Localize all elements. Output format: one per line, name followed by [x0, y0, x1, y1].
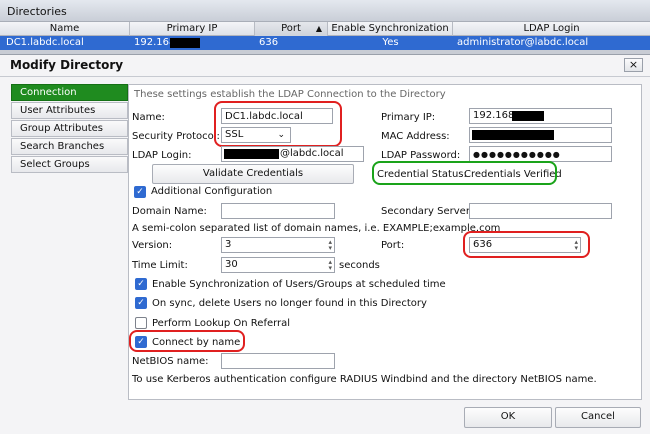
delete-users-checkbox[interactable]: ✓	[135, 297, 147, 309]
column-port-label: Port	[281, 23, 301, 34]
domain-name-label: Domain Name:	[132, 206, 207, 217]
tab-search-branches[interactable]: Search Branches	[11, 138, 128, 155]
row-name: DC1.labdc.local	[6, 37, 84, 48]
dialog-title-divider	[0, 76, 650, 77]
ldap-password-input[interactable]	[469, 146, 612, 162]
lookup-referral-checkbox[interactable]	[135, 317, 147, 329]
column-ldap-login[interactable]: LDAP Login	[453, 22, 650, 36]
netbios-label: NetBIOS name:	[132, 356, 209, 367]
tab-connection[interactable]: Connection	[11, 84, 128, 101]
netbios-input[interactable]	[221, 353, 335, 369]
close-button[interactable]: ×	[624, 58, 643, 72]
kerberos-hint: To use Kerberos authentication configure…	[132, 374, 597, 385]
additional-configuration-checkbox[interactable]: ✓	[134, 186, 146, 198]
primary-ip-label: Primary IP:	[381, 112, 436, 123]
directories-title: Directories	[7, 5, 67, 18]
name-label: Name:	[132, 112, 165, 123]
table-row[interactable]: DC1.labdc.local 192.168. 636 Yes adminis…	[0, 36, 650, 50]
spinner-icon: ▴ ▾	[328, 238, 332, 252]
version-label: Version:	[132, 240, 173, 251]
security-protocol-label: Security Protocol:	[132, 131, 220, 142]
column-name[interactable]: Name	[0, 22, 130, 36]
tab-group-attributes[interactable]: Group Attributes	[11, 120, 128, 137]
highlight-connect-by-name	[129, 330, 245, 352]
secondary-server-label: Secondary Server:	[381, 206, 474, 217]
domain-name-input[interactable]	[221, 203, 335, 219]
close-icon: ×	[628, 58, 639, 71]
redaction-box	[224, 149, 279, 159]
ldap-password-label: LDAP Password:	[381, 150, 461, 161]
redaction-box	[170, 38, 200, 48]
lookup-referral-label: Perform Lookup On Referral	[152, 318, 291, 329]
ldap-login-suffix: @labdc.local	[280, 148, 344, 159]
spinner-icon: ▴ ▾	[328, 258, 332, 272]
directories-header: Directories	[0, 0, 650, 22]
domain-hint: A semi-colon separated list of domain na…	[132, 223, 501, 234]
tab-user-attributes[interactable]: User Attributes	[11, 102, 128, 119]
row-sync: Yes	[382, 37, 399, 48]
dialog-title: Modify Directory	[10, 58, 124, 72]
additional-configuration-label: Additional Configuration	[151, 186, 273, 197]
version-stepper[interactable]: 3 ▴ ▾	[221, 237, 335, 253]
ldap-login-input[interactable]: @labdc.local	[221, 146, 364, 162]
delete-users-label: On sync, delete Users no longer found in…	[152, 298, 427, 309]
connection-intro: These settings establish the LDAP Connec…	[134, 89, 446, 100]
highlight-port	[463, 231, 590, 258]
version-value: 3	[225, 239, 232, 250]
row-port: 636	[259, 37, 279, 48]
highlight-name-protocol	[214, 101, 342, 147]
sort-up-icon: ▲	[315, 24, 322, 33]
cancel-button[interactable]: Cancel	[555, 407, 641, 428]
primary-ip-input[interactable]: 192.168.	[469, 108, 612, 124]
sync-schedule-label: Enable Synchronization of Users/Groups a…	[152, 279, 446, 290]
redaction-box	[472, 130, 554, 140]
time-limit-value: 30	[225, 259, 238, 270]
secondary-server-input[interactable]	[469, 203, 612, 219]
validate-credentials-button[interactable]: Validate Credentials	[152, 164, 354, 184]
primary-ip-value: 192.168.	[473, 110, 518, 121]
highlight-credential-status	[372, 161, 557, 185]
column-enable-sync[interactable]: Enable Synchronization	[328, 22, 453, 36]
mac-address-input[interactable]	[469, 127, 612, 143]
seconds-label: seconds	[339, 260, 380, 271]
redaction-box	[512, 111, 544, 121]
port-label: Port:	[381, 240, 405, 251]
column-port[interactable]: Port ▲	[255, 22, 328, 36]
sync-schedule-checkbox[interactable]: ✓	[135, 278, 147, 290]
ldap-login-label: LDAP Login:	[132, 150, 192, 161]
time-limit-label: Time Limit:	[132, 260, 188, 271]
ok-button[interactable]: OK	[464, 407, 552, 428]
tab-select-groups[interactable]: Select Groups	[11, 156, 128, 173]
directories-column-header: Name Primary IP Port ▲ Enable Synchroniz…	[0, 22, 650, 36]
mac-address-label: MAC Address:	[381, 131, 450, 142]
row-ldap-login: administrator@labdc.local	[457, 37, 589, 48]
column-primary-ip[interactable]: Primary IP	[130, 22, 255, 36]
time-limit-stepper[interactable]: 30 ▴ ▾	[221, 257, 335, 273]
